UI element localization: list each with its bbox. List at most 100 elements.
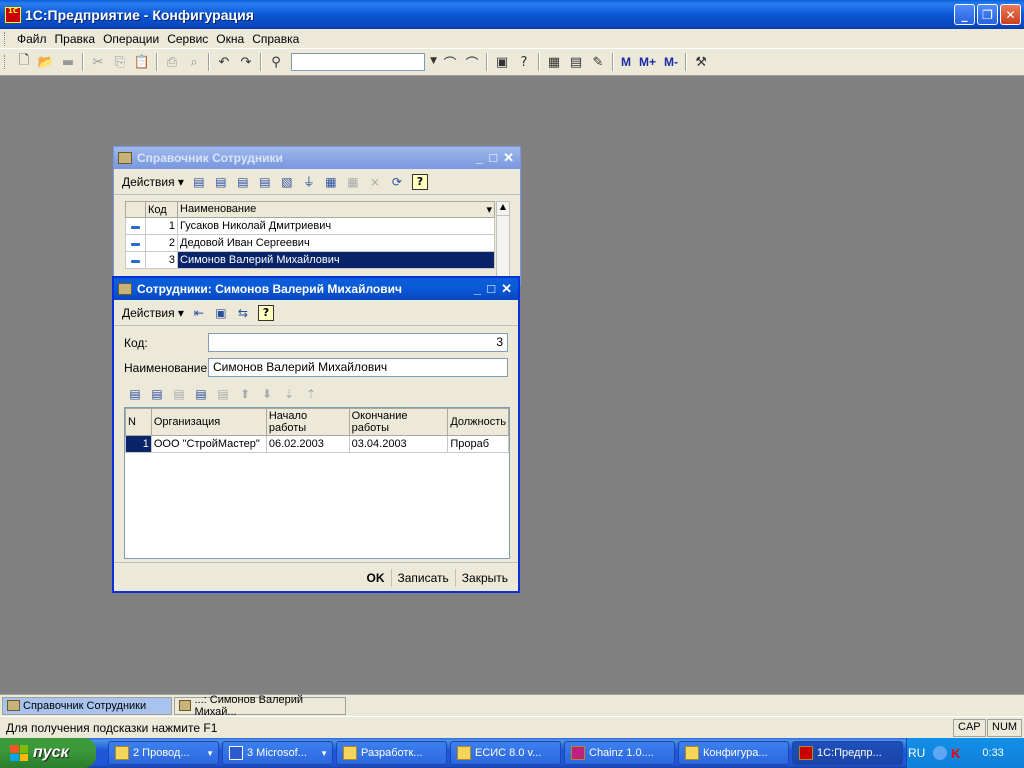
table-row[interactable]: 1 Гусаков Николай Дмитриевич: [125, 217, 495, 235]
maximize-button[interactable]: ❐: [977, 4, 998, 25]
print-icon[interactable]: ⎙: [161, 51, 183, 73]
icon-column-header: [125, 201, 146, 218]
memory-button[interactable]: M: [617, 55, 635, 69]
minimize-button[interactable]: _: [954, 4, 975, 25]
add-item-icon[interactable]: ▤: [188, 172, 210, 192]
refresh-icon[interactable]: ⟳: [386, 172, 408, 192]
delete-row-icon[interactable]: ▤: [190, 384, 212, 404]
menu-windows[interactable]: Окна: [212, 32, 248, 46]
menu-help[interactable]: Справка: [248, 32, 303, 46]
menu-edit[interactable]: Правка: [51, 32, 100, 46]
item-maximize-button[interactable]: □: [487, 281, 495, 297]
main-title-bar[interactable]: 1C 1С:Предприятие - Конфигурация _ ❐ ✕: [0, 0, 1024, 29]
calendar-icon[interactable]: ▤: [565, 51, 587, 73]
go-back-icon[interactable]: ⇤: [188, 303, 210, 323]
redo-icon[interactable]: ↷: [235, 51, 257, 73]
memory-minus-button[interactable]: M-: [660, 55, 682, 69]
column-header-end[interactable]: Окончание работы: [348, 408, 449, 436]
task-item[interactable]: Разработк...: [336, 741, 447, 765]
close-form-button[interactable]: Закрыть: [454, 569, 514, 587]
copy-row-icon[interactable]: ▤: [146, 384, 168, 404]
name-field[interactable]: Симонов Валерий Михайлович: [208, 358, 508, 377]
column-header-start[interactable]: Начало работы: [265, 408, 350, 436]
column-header-organization[interactable]: Организация: [150, 408, 267, 436]
delete-item-icon[interactable]: ▤: [254, 172, 276, 192]
sort-asc-icon[interactable]: ⇣: [278, 384, 300, 404]
tray-arrow-icon[interactable]: [933, 746, 947, 760]
item-minimize-button[interactable]: _: [474, 281, 481, 297]
table-row[interactable]: 3 Симонов Валерий Михайлович: [125, 251, 495, 269]
menu-file[interactable]: Файл: [13, 32, 51, 46]
open-icon[interactable]: 📂: [35, 51, 57, 73]
binoculars-icon[interactable]: ⚲: [265, 51, 287, 73]
item-close-button[interactable]: ✕: [501, 281, 512, 297]
catalog-scrollbar[interactable]: ▲: [496, 201, 510, 285]
clear-filter-icon[interactable]: ⨯: [364, 172, 386, 192]
table-row[interactable]: 2 Дедовой Иван Сергеевич: [125, 234, 495, 252]
edit-row-icon[interactable]: ▤: [168, 384, 190, 404]
table-row[interactable]: 1 ООО "СтройМастер" 06.02.2003 03.04.200…: [125, 435, 509, 453]
antivirus-icon[interactable]: K: [951, 746, 960, 761]
catalog-actions-menu[interactable]: Действия ▾: [118, 173, 188, 191]
clock[interactable]: 0:33: [982, 747, 1003, 759]
ok-button[interactable]: OK: [361, 569, 391, 587]
menu-operations[interactable]: Операции: [99, 32, 163, 46]
language-indicator[interactable]: RU: [908, 746, 925, 760]
catalog-window-title-bar[interactable]: Справочник Сотрудники _ □ ✕: [114, 147, 520, 169]
end-edit-icon[interactable]: ▤: [212, 384, 234, 404]
find-prev-icon[interactable]: ⌒: [439, 51, 461, 73]
catalog-maximize-button[interactable]: □: [489, 150, 497, 166]
save-icon[interactable]: ▬: [57, 51, 79, 73]
1c-help-icon[interactable]: ?: [513, 51, 535, 73]
find-next-icon[interactable]: ⌒: [461, 51, 483, 73]
task-item[interactable]: ЕСИС 8.0 v...: [450, 741, 561, 765]
column-header-position[interactable]: Должность: [447, 408, 509, 436]
new-document-icon[interactable]: 🗋: [13, 51, 35, 73]
filter-value-icon[interactable]: ▦: [320, 172, 342, 192]
filter-list-icon[interactable]: ▦: [342, 172, 364, 192]
start-button[interactable]: пуск: [0, 738, 96, 768]
close-button[interactable]: ✕: [1000, 4, 1021, 25]
code-field[interactable]: 3: [208, 333, 508, 352]
show-list-icon[interactable]: ▣: [210, 303, 232, 323]
help-icon[interactable]: ?: [411, 173, 428, 190]
move-down-icon[interactable]: ⬇: [256, 384, 278, 404]
exchange-icon[interactable]: ⇆: [232, 303, 254, 323]
task-item[interactable]: Chainz 1.0....: [564, 741, 675, 765]
column-header-code[interactable]: Код: [145, 201, 178, 218]
task-item[interactable]: 2 Провод... ▼: [108, 741, 219, 765]
preview-icon[interactable]: ⌕: [183, 51, 205, 73]
column-header-name[interactable]: Наименование ▾: [177, 201, 495, 218]
move-up-icon[interactable]: ⬆: [234, 384, 256, 404]
edit-item-icon[interactable]: ▧: [276, 172, 298, 192]
item-window-title-bar[interactable]: Сотрудники: Симонов Валерий Михайлович _…: [114, 278, 518, 300]
wizard-icon[interactable]: ✎: [587, 51, 609, 73]
save-button[interactable]: Записать: [390, 569, 455, 587]
window-icon[interactable]: ▣: [491, 51, 513, 73]
calculator-icon[interactable]: ▦: [543, 51, 565, 73]
chevron-down-icon[interactable]: ▼: [430, 56, 437, 66]
copy-icon[interactable]: ⎘: [109, 51, 131, 73]
filter-icon[interactable]: ⏚: [298, 172, 320, 192]
add-group-icon[interactable]: ▤: [210, 172, 232, 192]
column-header-n[interactable]: N: [125, 408, 152, 436]
tools-icon[interactable]: ⚒: [690, 51, 712, 73]
item-actions-menu[interactable]: Действия ▾: [118, 304, 188, 322]
cut-icon[interactable]: ✂: [87, 51, 109, 73]
undo-icon[interactable]: ↶: [213, 51, 235, 73]
search-combo[interactable]: ▼: [291, 53, 437, 71]
catalog-close-button[interactable]: ✕: [503, 150, 514, 166]
task-item-active[interactable]: 1С:Предпр...: [792, 741, 903, 765]
tab-employee-form[interactable]: ...: Симонов Валерий Михай...: [174, 694, 346, 718]
menu-service[interactable]: Сервис: [163, 32, 212, 46]
catalog-minimize-button[interactable]: _: [476, 150, 483, 166]
task-item[interactable]: Конфигура...: [678, 741, 789, 765]
tab-catalog-employees[interactable]: Справочник Сотрудники: [2, 696, 172, 715]
help-icon[interactable]: ?: [257, 304, 274, 321]
sort-desc-icon[interactable]: ⇡: [300, 384, 322, 404]
add-row-icon[interactable]: ▤: [124, 384, 146, 404]
paste-icon[interactable]: 📋: [131, 51, 153, 73]
copy-item-icon[interactable]: ▤: [232, 172, 254, 192]
task-item[interactable]: 3 Microsof... ▼: [222, 741, 333, 765]
memory-plus-button[interactable]: M+: [635, 55, 660, 69]
